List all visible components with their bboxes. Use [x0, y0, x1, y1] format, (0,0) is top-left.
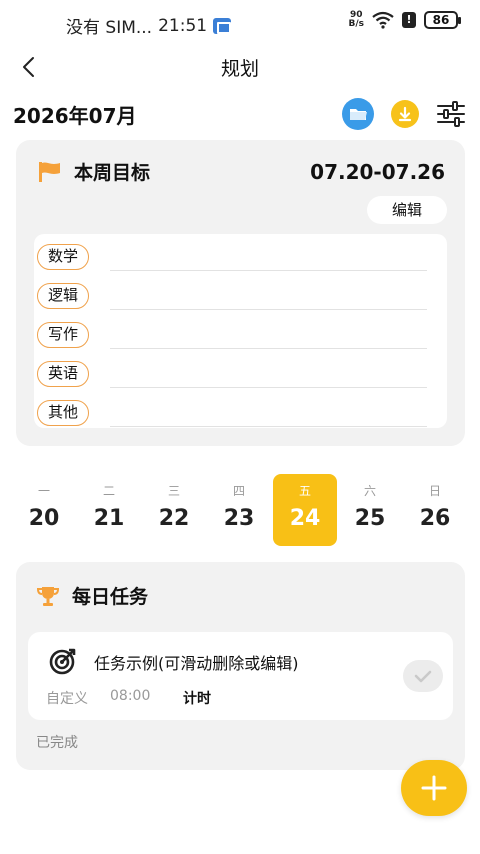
status-bar: 没有 SIM... 21:51 90 B/s ! 86 [0, 0, 480, 44]
subject-list: 数学 逻辑 写作 英语 其他 [34, 234, 447, 428]
task-name: 任务示例(可滑动删除或编辑) [94, 654, 299, 673]
network-speed: 90 B/s [348, 11, 364, 29]
target-icon [49, 648, 76, 675]
complete-task-button[interactable] [403, 660, 443, 692]
daily-task-card: 每日任务 任务示例(可滑动删除或编辑) 自定义 08:00 计时 已完成 [16, 562, 465, 770]
day-date: 22 [158, 506, 190, 531]
day-tue[interactable]: 二 21 [77, 474, 141, 546]
day-date: 20 [28, 506, 60, 531]
subject-tag: 写作 [37, 322, 90, 348]
day-weekday: 日 [428, 484, 441, 498]
day-sat[interactable]: 六 25 [338, 474, 402, 546]
subject-row-writing[interactable]: 写作 [34, 318, 447, 357]
day-weekday: 二 [102, 484, 115, 498]
check-icon [414, 670, 432, 683]
subject-input-line[interactable] [110, 270, 427, 271]
add-task-button[interactable] [401, 760, 467, 816]
day-thu[interactable]: 四 23 [207, 474, 271, 546]
subject-input-line[interactable] [110, 348, 427, 349]
status-right: 90 B/s ! 86 [348, 11, 461, 29]
day-weekday: 三 [167, 484, 180, 498]
download-button[interactable] [391, 100, 419, 128]
flag-icon [39, 161, 60, 182]
plus-icon [421, 775, 447, 801]
battery-level: 86 [432, 13, 450, 27]
task-mode[interactable]: 计时 [183, 688, 211, 708]
network-speed-unit: B/s [348, 19, 364, 29]
day-date: 23 [223, 506, 255, 531]
day-date: 26 [419, 506, 451, 531]
week-strip: 一 20 二 21 三 22 四 23 五 24 六 25 日 26 [12, 474, 468, 546]
status-left: 没有 SIM... 21:51 [66, 13, 232, 38]
subject-row-english[interactable]: 英语 [34, 357, 447, 396]
weekly-goal-header: 本周目标 [36, 158, 150, 185]
daily-task-title: 每日任务 [72, 586, 149, 608]
day-date: 24 [289, 506, 321, 531]
task-item[interactable]: 任务示例(可滑动删除或编辑) 自定义 08:00 计时 [28, 632, 453, 720]
edit-goal-button[interactable]: 编辑 [367, 196, 447, 224]
day-date: 21 [93, 506, 125, 531]
day-weekday: 五 [298, 484, 311, 498]
weekly-goal-card: 本周目标 07.20-07.26 编辑 数学 逻辑 写作 英语 其他 [16, 140, 465, 446]
battery-icon: 86 [424, 11, 461, 29]
day-fri-selected[interactable]: 五 24 [273, 474, 337, 546]
page-title: 规划 [220, 58, 259, 80]
alert-icon: ! [402, 12, 416, 28]
folder-icon [350, 109, 367, 120]
day-weekday: 一 [37, 484, 50, 498]
day-date: 25 [354, 506, 386, 531]
subject-input-line[interactable] [110, 309, 427, 310]
daily-task-header: 每日任务 [36, 582, 148, 609]
trophy-icon [36, 586, 60, 606]
notification-app-icon [213, 17, 232, 34]
task-time: 08:00 [110, 688, 151, 704]
task-type: 自定义 [46, 691, 88, 707]
month-label[interactable]: 2026年07月 [13, 100, 137, 129]
clock-text: 21:51 [158, 15, 208, 36]
weekly-goal-title: 本周目标 [74, 162, 151, 184]
wifi-icon [372, 11, 394, 29]
day-weekday: 四 [232, 484, 245, 498]
subject-tag: 逻辑 [37, 283, 90, 309]
day-wed[interactable]: 三 22 [142, 474, 206, 546]
weekly-goal-range: 07.20-07.26 [310, 160, 445, 184]
subject-row-other[interactable]: 其他 [34, 396, 447, 435]
day-mon[interactable]: 一 20 [12, 474, 76, 546]
completed-section-label[interactable]: 已完成 [36, 732, 78, 752]
subject-tag: 其他 [37, 400, 90, 426]
day-weekday: 六 [363, 484, 376, 498]
subject-row-math[interactable]: 数学 [34, 240, 447, 279]
month-row: 2026年07月 [0, 96, 480, 132]
download-icon [398, 106, 412, 122]
nav-bar: 规划 [0, 48, 480, 88]
carrier-text: 没有 SIM... [66, 18, 153, 38]
sliders-icon[interactable] [436, 100, 466, 128]
day-sun[interactable]: 日 26 [403, 474, 467, 546]
subject-row-logic[interactable]: 逻辑 [34, 279, 447, 318]
subject-tag: 英语 [37, 361, 90, 387]
subject-input-line[interactable] [110, 387, 427, 388]
folder-button[interactable] [342, 98, 374, 130]
subject-tag: 数学 [37, 244, 90, 270]
subject-input-line[interactable] [110, 426, 427, 427]
